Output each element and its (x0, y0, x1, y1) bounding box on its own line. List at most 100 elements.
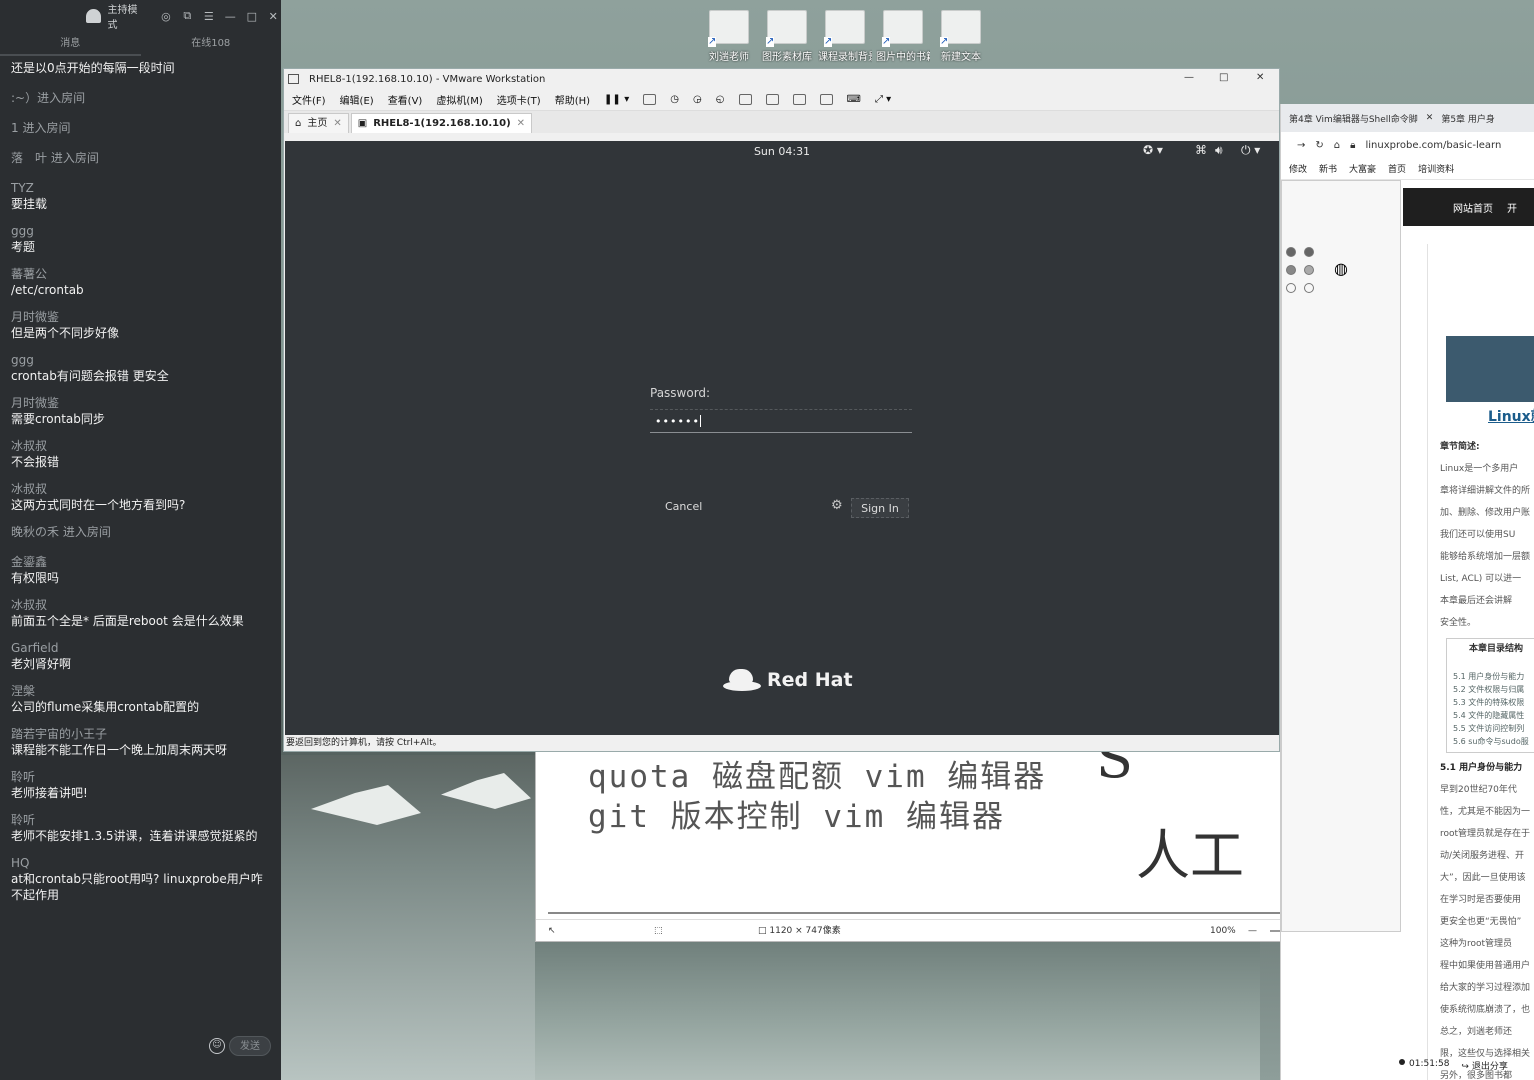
color-dot[interactable] (1286, 283, 1296, 293)
reload-icon[interactable]: ↻ (1315, 140, 1323, 151)
browser-tab[interactable]: 第5章 用户身 (1441, 112, 1495, 125)
tab-close-icon[interactable]: ✕ (517, 114, 525, 133)
thumbnail-icon[interactable] (765, 94, 779, 105)
menu-view[interactable]: 查看(V) (388, 92, 423, 107)
bookmark-item[interactable]: 首页 (1388, 162, 1406, 175)
bookmark-item[interactable]: 修改 (1289, 162, 1307, 175)
send-ctrl-alt-del-icon[interactable] (643, 94, 657, 105)
message-author: HQ (11, 856, 30, 870)
crop-icon[interactable]: ⬚ (654, 920, 663, 942)
unity-icon[interactable] (819, 94, 833, 105)
tab-online[interactable]: 在线108 (141, 32, 282, 56)
bookmark-item[interactable]: 新书 (1319, 162, 1337, 175)
toc-item[interactable]: 5.2 文件权限与归属 (1453, 683, 1534, 696)
horizontal-scrollbar[interactable] (548, 912, 1306, 914)
color-dot[interactable] (1304, 265, 1314, 275)
menu-file[interactable]: 文件(F) (292, 92, 326, 107)
message-text: 要挂载 (11, 197, 48, 211)
host-mode-label: 主持模式 (107, 5, 138, 31)
home-icon[interactable]: ⌂ (1334, 140, 1340, 151)
color-dot[interactable] (1304, 247, 1314, 257)
palette-icon[interactable]: ◍ (1334, 259, 1348, 278)
tab-home[interactable]: ⌂ 主页 ✕ (288, 113, 349, 133)
system-line: 晚秋の禾 进入房间 (11, 525, 111, 539)
chat-message: 冰叔叔 不会报错 (11, 438, 270, 470)
article-paragraph: 加、删除、修改用户账 (1440, 508, 1531, 518)
power-icon[interactable]: ⏻ ▾ (1241, 143, 1260, 158)
desktop-icon-5[interactable]: 新建文本 (934, 10, 988, 63)
bookmark-item[interactable]: 大富豪 (1349, 162, 1376, 175)
tab-messages[interactable]: 消息 (0, 32, 141, 56)
menu-help[interactable]: 帮助(H) (555, 92, 590, 107)
desktop-icon-3[interactable]: 课程录制背景 (818, 10, 872, 63)
settings-icon[interactable]: ◎ (158, 10, 173, 23)
tab-close-icon[interactable]: ✕ (1426, 113, 1434, 123)
share-time-text: 01:51:58 (1409, 1059, 1450, 1069)
maximize-icon[interactable]: □ (1219, 72, 1228, 83)
revert-snapshot-icon[interactable]: ◶ (693, 94, 702, 105)
emoji-icon[interactable]: ☺ (209, 1038, 225, 1054)
sidebar-toggle-icon[interactable] (738, 94, 752, 105)
article-paragraph: root管理员就是存在于 (1440, 829, 1531, 839)
bookmark-item[interactable]: 培训资料 (1418, 162, 1454, 175)
toc-item[interactable]: 5.3 文件的特殊权限 (1453, 696, 1534, 709)
article-paragraph: 安全性。 (1440, 618, 1477, 628)
color-dot[interactable] (1304, 283, 1314, 293)
minimize-icon[interactable]: — (223, 10, 238, 23)
exit-share-button[interactable]: ↪ 退出分享 (1461, 1059, 1507, 1072)
nav-link[interactable]: 开 (1507, 200, 1517, 215)
tab-vm[interactable]: ▣ RHEL8-1(192.168.10.10) ✕ (350, 113, 533, 133)
vmware-menubar: 文件(F) 编辑(E) 查看(V) 虚拟机(M) 选项卡(T) 帮助(H) ❚❚… (284, 89, 1279, 111)
toc-item[interactable]: 5.1 用户身份与能力 (1453, 670, 1534, 683)
tab-close-icon[interactable]: ✕ (333, 114, 341, 133)
cancel-button[interactable]: Cancel (665, 500, 702, 513)
color-dot[interactable] (1286, 265, 1296, 275)
menu-edit[interactable]: 编辑(E) (340, 92, 374, 107)
pointer-icon[interactable]: ↖ (548, 920, 556, 942)
desktop-icon-1[interactable]: 刘遄老师 (702, 10, 756, 63)
zoom-out-icon[interactable]: — (1248, 920, 1257, 942)
minimize-icon[interactable]: — (1184, 72, 1194, 83)
menu-tabs[interactable]: 选项卡(T) (497, 92, 541, 107)
accessibility-icon[interactable]: ✪ ▾ (1143, 143, 1163, 157)
close-icon[interactable]: ✕ (266, 10, 281, 23)
browser-tab[interactable]: 第4章 Vim编辑器与Shell命令脚 (1289, 112, 1418, 125)
url-field[interactable]: linuxprobe.com/basic-learn (1365, 140, 1501, 151)
nav-home-link[interactable]: 网站首页 (1453, 200, 1493, 215)
toc-item[interactable]: 5.4 文件的隐藏属性 (1453, 709, 1534, 722)
desktop-icon-2[interactable]: 图形素材库 (760, 10, 814, 63)
network-icon[interactable]: ⌘ (1195, 143, 1207, 157)
close-icon[interactable]: ✕ (1256, 72, 1264, 83)
snapshot-manager-icon[interactable]: ◵ (716, 94, 725, 105)
volume-icon[interactable]: 🔊︎ (1215, 143, 1223, 158)
chat-message: 冰叔叔 这两方式同时在一个地方看到吗? (11, 481, 270, 513)
send-button[interactable]: 发送 (229, 1036, 271, 1056)
handwriting-mark: 人工 (1136, 824, 1244, 887)
desktop-icon-4[interactable]: 图片中的书籍 (876, 10, 930, 63)
popout-icon[interactable]: ⧉ (180, 9, 195, 23)
shortcut-icon (940, 10, 981, 47)
toc-item[interactable]: 5.6 su命令与sudo服 (1453, 735, 1534, 748)
color-dot[interactable] (1286, 247, 1296, 257)
article-title[interactable]: Linux就 (1488, 406, 1534, 426)
console-icon[interactable]: ⌨ (847, 94, 861, 105)
forward-icon[interactable]: → (1297, 140, 1305, 151)
maximize-icon[interactable]: □ (244, 10, 259, 23)
menu-vm[interactable]: 虚拟机(M) (436, 92, 482, 107)
password-input[interactable]: •••••• (650, 409, 912, 433)
guest-login-screen[interactable]: Sun 04:31 ✪ ▾ ⌘ 🔊︎ ⏻ ▾ Password: •••••• … (285, 141, 1279, 737)
toc-item[interactable]: 5.5 文件访问控制列 (1453, 722, 1534, 735)
redhat-hat-icon (723, 667, 761, 693)
gear-icon[interactable]: ⚙ (831, 498, 843, 513)
snapshot-icon[interactable]: ◷ (670, 94, 679, 105)
chat-message: 聆听 老师接着讲吧! (11, 769, 270, 801)
viewer-statusbar: ↖ ⬚ □ 1120 × 747像素 100% — + (536, 919, 1400, 941)
image-size-text: 1120 × 747像素 (769, 926, 841, 936)
fullscreen-icon[interactable] (792, 94, 806, 105)
menu-icon[interactable]: ☰ (201, 10, 216, 23)
guest-clock[interactable]: Sun 04:31 (285, 145, 1279, 158)
stretch-icon[interactable]: ⤢ ▾ (875, 94, 891, 105)
sign-in-button[interactable]: Sign In (851, 498, 909, 518)
message-text: at和crontab只能root用吗? linuxprobe用户咋不起作用 (11, 872, 263, 902)
pause-icon[interactable]: ❚❚ ▾ (604, 94, 629, 105)
